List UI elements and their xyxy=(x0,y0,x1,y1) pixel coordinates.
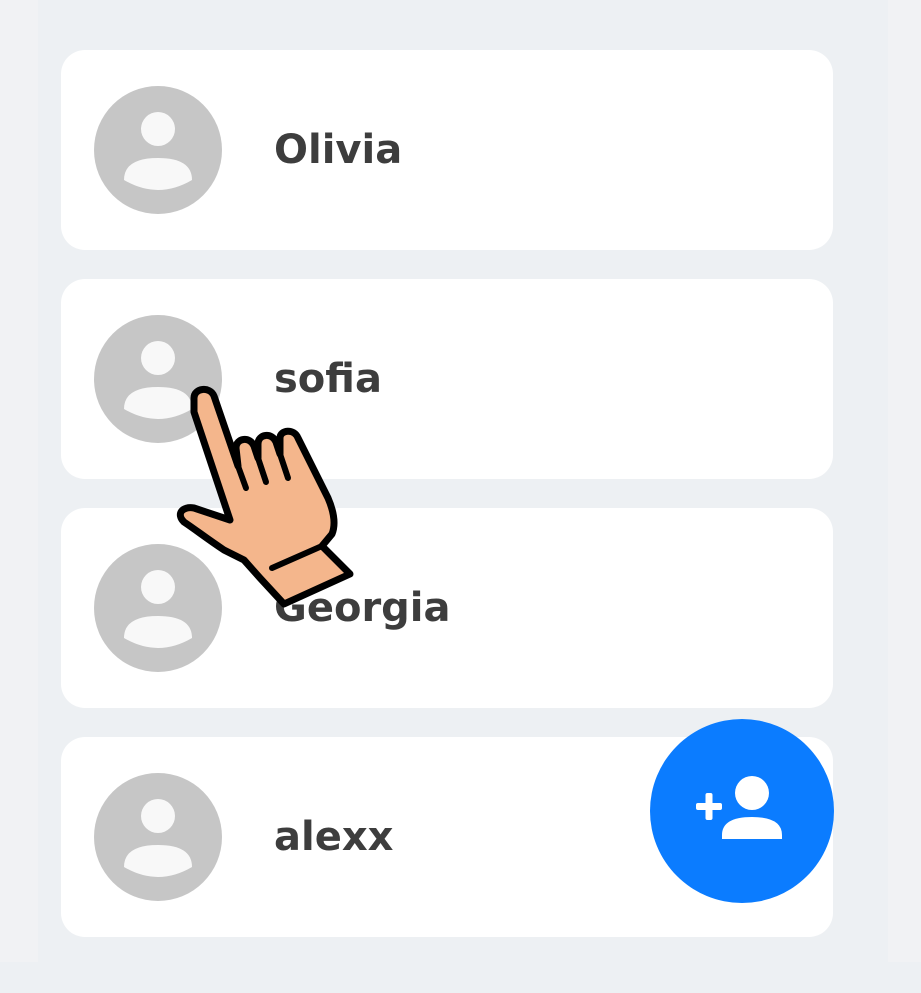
contact-item-olivia[interactable]: Olivia xyxy=(61,50,833,250)
avatar-icon xyxy=(94,86,222,214)
contact-name: Olivia xyxy=(274,127,403,173)
add-person-icon xyxy=(696,776,782,839)
bottom-strip xyxy=(0,962,921,993)
contact-name: alexx xyxy=(274,814,394,860)
avatar-icon xyxy=(94,773,222,901)
add-contact-button[interactable] xyxy=(650,719,834,903)
pointing-hand-icon xyxy=(176,386,354,608)
